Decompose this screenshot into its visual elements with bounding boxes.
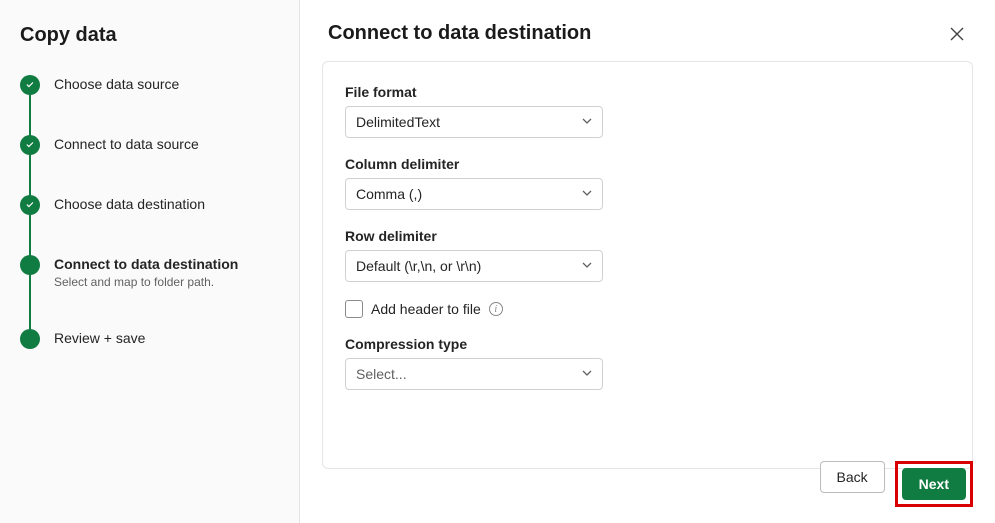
step-choose-data-destination[interactable]: Choose data destination xyxy=(20,195,279,255)
next-button[interactable]: Next xyxy=(902,468,966,500)
chevron-down-icon xyxy=(581,114,593,130)
compression-type-group: Compression type Select... xyxy=(345,336,950,390)
step-label: Review + save xyxy=(54,330,145,346)
row-delimiter-label: Row delimiter xyxy=(345,228,950,244)
step-review-save[interactable]: Review + save xyxy=(20,329,279,349)
compression-type-label: Compression type xyxy=(345,336,950,352)
step-connect-to-data-source[interactable]: Connect to data source xyxy=(20,135,279,195)
check-icon xyxy=(20,75,40,95)
step-list: Choose data source Connect to data sourc… xyxy=(20,75,279,349)
sidebar-title: Copy data xyxy=(20,24,279,47)
check-icon xyxy=(20,195,40,215)
current-step-dot-icon xyxy=(20,255,40,275)
compression-type-placeholder: Select... xyxy=(356,366,407,382)
step-sublabel: Select and map to folder path. xyxy=(54,275,238,289)
main-header: Connect to data destination xyxy=(300,0,995,61)
page-title: Connect to data destination xyxy=(328,22,591,45)
next-button-highlight: Next xyxy=(895,461,973,507)
footer-actions: Back Next xyxy=(820,461,973,507)
file-format-group: File format DelimitedText xyxy=(345,84,950,138)
step-label: Choose data destination xyxy=(54,196,205,212)
add-header-label: Add header to file xyxy=(371,301,481,317)
back-button[interactable]: Back xyxy=(820,461,885,493)
compression-type-select[interactable]: Select... xyxy=(345,358,603,390)
column-delimiter-group: Column delimiter Comma (,) xyxy=(345,156,950,210)
step-label: Connect to data source xyxy=(54,136,199,152)
close-icon xyxy=(949,26,965,42)
add-header-row: Add header to file i xyxy=(345,300,950,318)
step-connect-to-data-destination[interactable]: Connect to data destination Select and m… xyxy=(20,255,279,329)
add-header-checkbox[interactable] xyxy=(345,300,363,318)
main-panel: Connect to data destination File format … xyxy=(300,0,995,523)
chevron-down-icon xyxy=(581,186,593,202)
chevron-down-icon xyxy=(581,366,593,382)
column-delimiter-value: Comma (,) xyxy=(356,186,422,202)
sidebar: Copy data Choose data source Connect to … xyxy=(0,0,300,523)
file-format-select[interactable]: DelimitedText xyxy=(345,106,603,138)
column-delimiter-select[interactable]: Comma (,) xyxy=(345,178,603,210)
column-delimiter-label: Column delimiter xyxy=(345,156,950,172)
row-delimiter-group: Row delimiter Default (\r,\n, or \r\n) xyxy=(345,228,950,282)
future-step-dot-icon xyxy=(20,329,40,349)
check-icon xyxy=(20,135,40,155)
close-button[interactable] xyxy=(947,24,967,44)
chevron-down-icon xyxy=(581,258,593,274)
row-delimiter-select[interactable]: Default (\r,\n, or \r\n) xyxy=(345,250,603,282)
file-format-value: DelimitedText xyxy=(356,114,440,130)
step-label: Connect to data destination xyxy=(54,256,238,272)
step-label: Choose data source xyxy=(54,76,179,92)
file-format-label: File format xyxy=(345,84,950,100)
step-choose-data-source[interactable]: Choose data source xyxy=(20,75,279,135)
form-card: File format DelimitedText Column delimit… xyxy=(322,61,973,469)
info-icon[interactable]: i xyxy=(489,302,503,316)
row-delimiter-value: Default (\r,\n, or \r\n) xyxy=(356,258,481,274)
